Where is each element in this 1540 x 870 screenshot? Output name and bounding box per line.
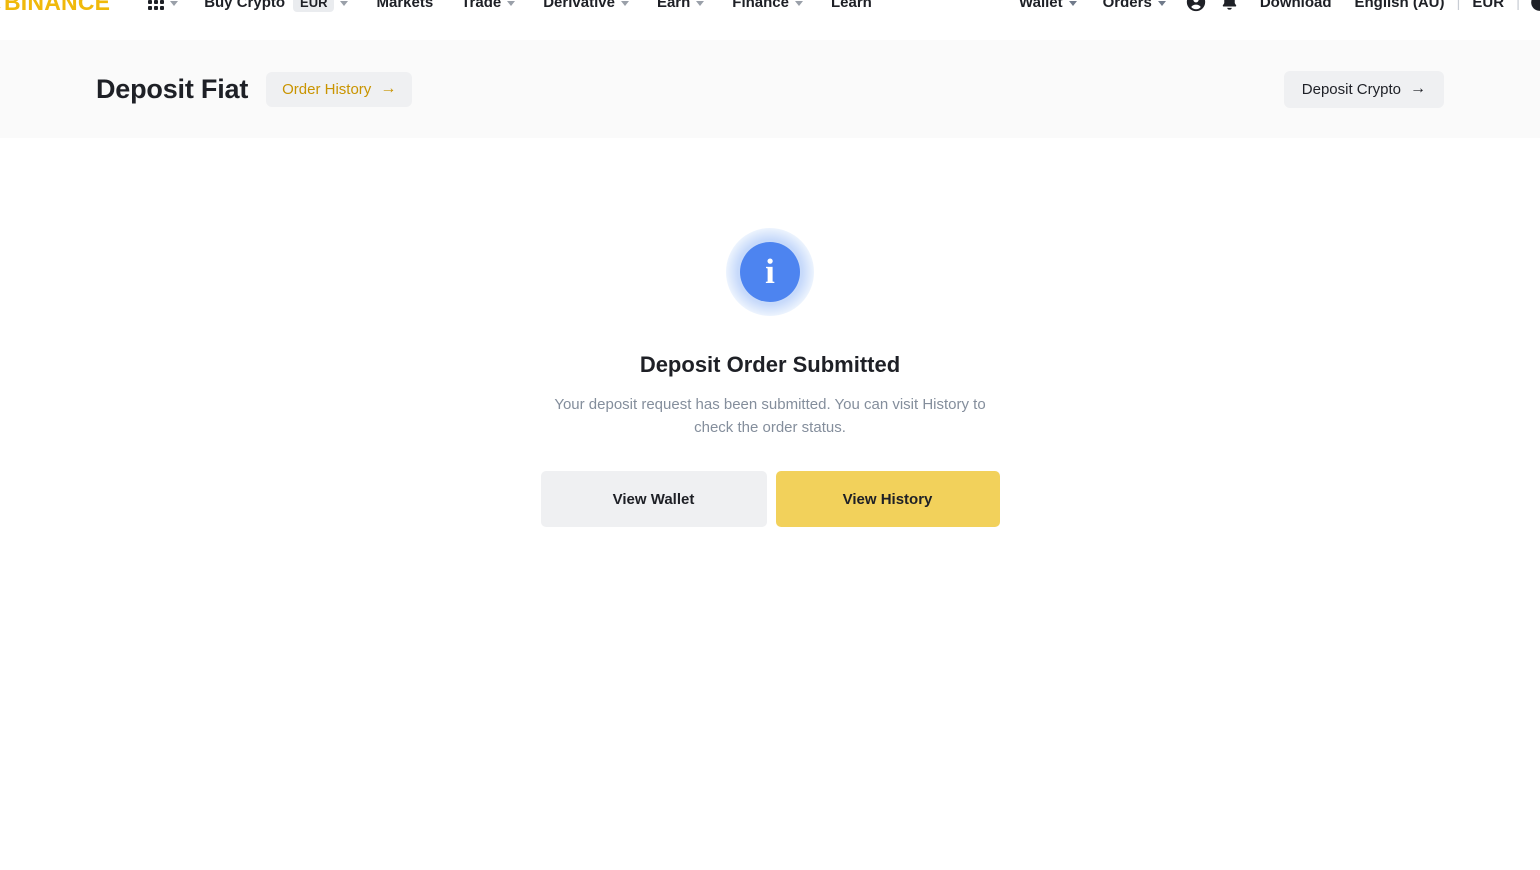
result-description: Your deposit request has been submitted.… — [554, 396, 986, 436]
nav-item-orders[interactable]: Orders — [1090, 0, 1179, 30]
nav-item-currency[interactable]: EUR — [1462, 0, 1514, 30]
info-circle-icon: i — [726, 228, 814, 316]
binance-logo-text: BINANCE — [4, 0, 111, 15]
nav-item-wallet[interactable]: Wallet — [1006, 0, 1090, 30]
deposit-crypto-label: Deposit Crypto — [1301, 80, 1401, 98]
info-glyph: i — [765, 251, 775, 291]
nav-right-group: Wallet Orders Download English (AU) | EU — [1006, 0, 1540, 30]
chevron-down-icon — [507, 0, 516, 6]
grid-apps-icon[interactable] — [148, 0, 165, 10]
page-header-band: Deposit Fiat Order History → Deposit Cry… — [0, 40, 1540, 138]
nav-item-label: Earn — [656, 0, 691, 11]
nav-item-earn[interactable]: Earn — [643, 0, 718, 30]
user-account-icon[interactable] — [1179, 0, 1213, 30]
nav-item-buy-crypto[interactable]: Buy Crypto EUR — [204, 0, 362, 30]
binance-logo[interactable]: BINANCE — [0, 0, 110, 16]
nav-item-download[interactable]: Download — [1247, 0, 1345, 30]
nav-divider: | — [1456, 0, 1461, 11]
top-navigation-bar: BINANCE Buy Crypto EUR Markets Trade Der… — [0, 0, 1540, 30]
chevron-down-icon — [620, 0, 629, 6]
nav-item-label: Trade — [461, 0, 502, 11]
deposit-crypto-button[interactable]: Deposit Crypto → — [1283, 70, 1444, 108]
nav-item-label: Learn — [830, 0, 872, 11]
order-history-button[interactable]: Order History → — [266, 71, 413, 107]
result-actions: View Wallet View History — [540, 471, 1000, 527]
deposit-result-panel: i Deposit Order Submitted Your deposit r… — [0, 138, 1540, 527]
nav-item-derivative[interactable]: Derivative — [529, 0, 643, 30]
nav-divider: | — [1516, 0, 1520, 11]
nav-item-finance[interactable]: Finance — [718, 0, 817, 30]
nav-item-learn[interactable]: Learn — [817, 0, 886, 30]
bell-icon[interactable] — [1213, 0, 1247, 30]
nav-item-label: EUR — [1472, 0, 1505, 11]
view-history-button[interactable]: View History — [775, 471, 1000, 527]
theme-toggle-icon[interactable] — [1522, 0, 1540, 30]
apps-chevron-down-icon[interactable] — [170, 0, 179, 6]
arrow-right-icon: → — [380, 80, 397, 97]
view-wallet-button[interactable]: View Wallet — [540, 471, 767, 527]
chevron-down-icon — [696, 0, 705, 6]
nav-item-label: Download — [1259, 0, 1332, 11]
info-icon-inner: i — [740, 242, 800, 302]
nav-item-label: English (AU) — [1354, 0, 1445, 11]
nav-item-label: Wallet — [1019, 0, 1063, 11]
nav-primary-items: Buy Crypto EUR Markets Trade Derivative … — [204, 0, 886, 30]
nav-item-label: Markets — [376, 0, 434, 11]
nav-item-trade[interactable]: Trade — [447, 0, 529, 30]
nav-left-group: BINANCE Buy Crypto EUR Markets Trade Der… — [0, 0, 886, 30]
chevron-down-icon — [1068, 0, 1077, 6]
chevron-down-icon — [1157, 0, 1166, 6]
nav-item-label: Buy Crypto — [204, 0, 286, 11]
nav-item-label: Orders — [1102, 0, 1152, 11]
result-title: Deposit Order Submitted — [639, 352, 901, 377]
nav-item-label: Derivative — [543, 0, 615, 11]
order-history-label: Order History — [282, 80, 372, 98]
nav-item-markets[interactable]: Markets — [362, 0, 447, 30]
nav-item-language[interactable]: English (AU) — [1345, 0, 1455, 30]
arrow-right-icon: → — [1410, 80, 1426, 97]
chevron-down-icon — [794, 0, 803, 6]
chevron-down-icon — [340, 0, 349, 6]
nav-currency-badge[interactable]: EUR — [293, 0, 335, 12]
page-title: Deposit Fiat — [96, 73, 249, 104]
nav-item-label: Finance — [732, 0, 789, 11]
